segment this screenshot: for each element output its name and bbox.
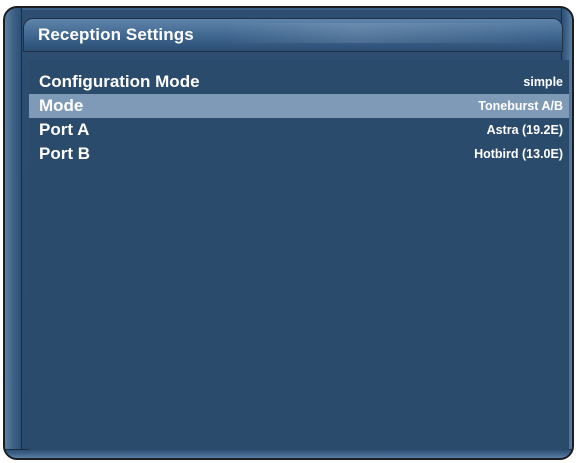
setting-value: Astra (19.2E) xyxy=(486,123,563,137)
setting-row-configuration-mode[interactable]: Configuration Mode simple xyxy=(29,70,569,94)
reception-settings-window: Reception Settings Configuration Mode si… xyxy=(3,6,574,460)
window-bottom-bezel xyxy=(5,449,572,458)
setting-label: Mode xyxy=(39,96,84,115)
setting-label: Configuration Mode xyxy=(39,72,200,91)
settings-list: Configuration Mode simple Mode Toneburst… xyxy=(29,60,569,450)
setting-value: Hotbird (13.0E) xyxy=(474,147,563,161)
screen: Reception Settings Configuration Mode si… xyxy=(0,0,579,463)
setting-label: Port A xyxy=(39,120,90,139)
setting-value: simple xyxy=(523,75,563,89)
setting-value: Toneburst A/B xyxy=(478,99,563,113)
setting-row-port-b[interactable]: Port B Hotbird (13.0E) xyxy=(29,142,569,166)
window-title: Reception Settings xyxy=(38,25,194,44)
setting-row-port-a[interactable]: Port A Astra (19.2E) xyxy=(29,118,569,142)
setting-row-mode[interactable]: Mode Toneburst A/B xyxy=(29,94,569,118)
title-bar: Reception Settings xyxy=(23,18,563,52)
window-left-bezel xyxy=(5,8,22,458)
setting-label: Port B xyxy=(39,144,90,163)
